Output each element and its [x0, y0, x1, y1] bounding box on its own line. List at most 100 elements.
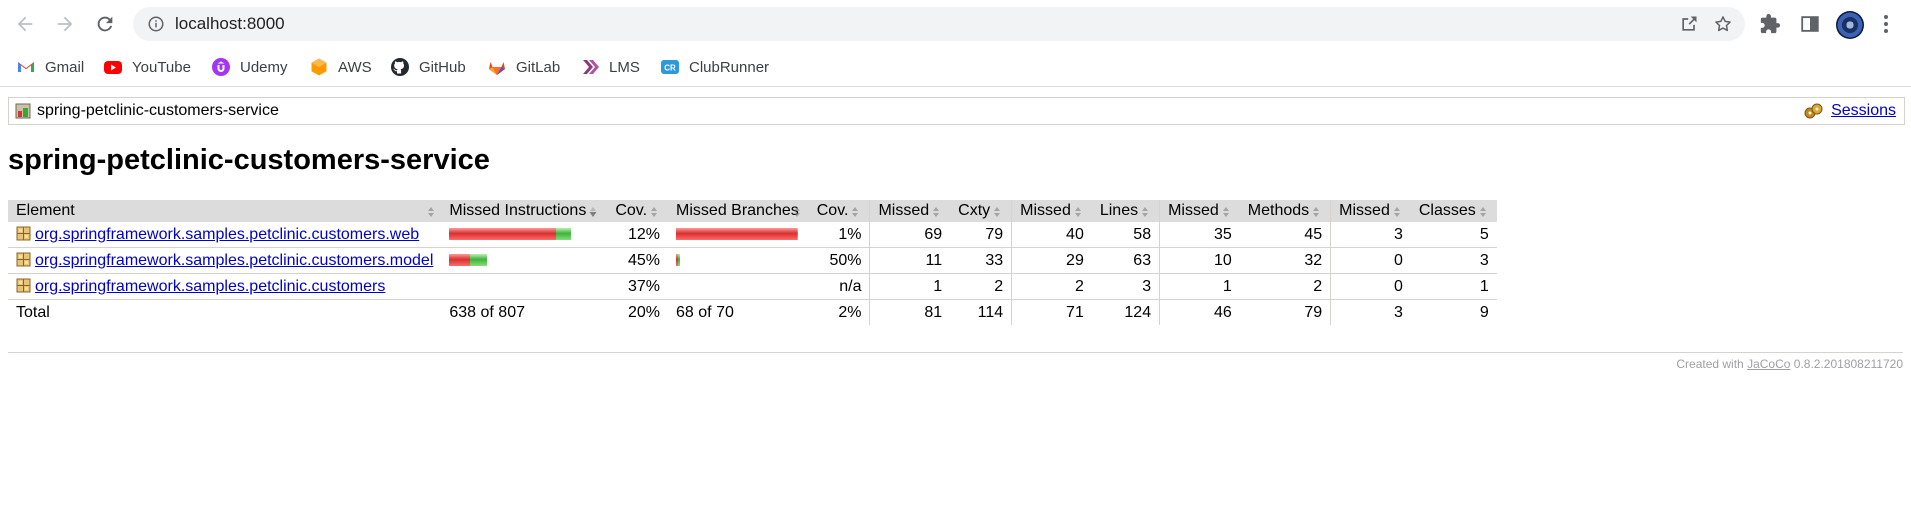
header-missed-lines[interactable]: Missed	[1011, 200, 1092, 222]
total-missed-cxty: 81	[869, 299, 951, 325]
table-row: org.springframework.samples.petclinic.cu…	[8, 273, 1497, 300]
back-button[interactable]	[10, 9, 40, 39]
header-classes[interactable]: Classes	[1410, 200, 1497, 222]
sort-icon	[1141, 205, 1149, 217]
lines-cell: 63	[1091, 247, 1160, 274]
covered-bar	[556, 228, 572, 241]
gmail-icon	[16, 57, 36, 77]
sessions-link[interactable]: Sessions	[1831, 98, 1896, 124]
branches-coverage-bar	[676, 226, 799, 243]
element-cell: org.springframework.samples.petclinic.cu…	[8, 222, 442, 248]
bookmark-youtube[interactable]: YouTube	[103, 56, 191, 78]
side-panel-button[interactable]	[1796, 10, 1824, 38]
cxty-cell: 33	[950, 247, 1012, 274]
bookmark-gmail[interactable]: Gmail	[16, 56, 84, 78]
puzzle-icon	[1760, 13, 1781, 34]
arrow-right-icon	[57, 16, 73, 32]
udemy-icon	[211, 57, 231, 77]
total-missed-classes: 3	[1330, 299, 1411, 325]
branches-coverage-bar	[676, 252, 681, 269]
lines-cell: 3	[1091, 273, 1160, 300]
sort-icon	[1393, 205, 1401, 217]
header-cxty[interactable]: Cxty	[950, 200, 1012, 222]
arrow-left-icon	[17, 16, 33, 32]
youtube-icon	[103, 57, 123, 77]
package-link[interactable]: org.springframework.samples.petclinic.cu…	[35, 226, 419, 243]
sort-icon	[993, 205, 1001, 217]
footer-version: 0.8.2.201808211720	[1793, 357, 1903, 371]
header-missed-instructions[interactable]: Missed Instructions	[441, 200, 608, 222]
branch-cov-cell: 1%	[808, 222, 870, 248]
header-lines[interactable]: Lines	[1091, 200, 1160, 222]
address-bar[interactable]: localhost:8000	[133, 7, 1745, 41]
jacoco-link[interactable]: JaCoCo	[1747, 357, 1790, 371]
cxty-cell: 2	[950, 273, 1012, 300]
missed-lines-cell: 29	[1011, 247, 1092, 274]
info-icon[interactable]	[147, 15, 165, 33]
footer: Created with JaCoCo 0.8.2.201808211720	[1676, 357, 1903, 371]
footer-divider	[8, 352, 1903, 353]
total-instr-cov: 20%	[607, 299, 669, 325]
bookmark-github[interactable]: GitHub	[390, 56, 466, 78]
table-row: org.springframework.samples.petclinic.cu…	[8, 247, 1497, 274]
classes-cell: 1	[1410, 273, 1497, 300]
total-missed-lines: 71	[1011, 299, 1092, 325]
header-branch-cov[interactable]: Cov.	[808, 200, 870, 222]
bookmark-udemy[interactable]: Udemy	[211, 56, 288, 78]
share-button[interactable]	[1677, 12, 1701, 36]
page-title: spring-petclinic-customers-service	[8, 144, 490, 176]
reload-icon	[97, 16, 113, 32]
profile-avatar[interactable]	[1836, 11, 1864, 39]
branches-bar-cell	[668, 247, 809, 274]
element-cell: org.springframework.samples.petclinic.cu…	[8, 247, 442, 274]
extensions-button[interactable]	[1756, 10, 1784, 38]
instr-cov-cell: 45%	[607, 247, 669, 274]
missed-methods-cell: 10	[1159, 247, 1240, 274]
covered-bar	[678, 254, 681, 267]
header-missed-branches[interactable]: Missed Branches	[668, 200, 809, 222]
total-label: Total	[8, 299, 442, 325]
total-missed-methods: 46	[1159, 299, 1240, 325]
sort-icon	[1479, 205, 1487, 217]
package-link[interactable]: org.springframework.samples.petclinic.cu…	[35, 278, 385, 295]
report-icon	[15, 103, 31, 119]
table-row: org.springframework.samples.petclinic.cu…	[8, 222, 1497, 248]
aws-icon	[309, 57, 329, 77]
reload-button[interactable]	[90, 9, 120, 39]
star-icon	[1715, 16, 1731, 32]
classes-cell: 5	[1410, 222, 1497, 248]
missed-classes-cell: 0	[1330, 273, 1411, 300]
forward-button[interactable]	[50, 9, 80, 39]
header-missed-classes[interactable]: Missed	[1330, 200, 1411, 222]
header-instr-cov[interactable]: Cov.	[607, 200, 669, 222]
bookmarks-bar: Gmail YouTube Udemy AWS GitHub GitLab LM…	[0, 48, 1911, 87]
package-icon	[16, 252, 31, 267]
header-missed-cxty[interactable]: Missed	[869, 200, 951, 222]
methods-cell: 2	[1239, 273, 1331, 300]
sort-icon	[932, 205, 940, 217]
bookmark-lms[interactable]: LMS	[580, 56, 640, 78]
element-cell: org.springframework.samples.petclinic.cu…	[8, 273, 442, 300]
package-link[interactable]: org.springframework.samples.petclinic.cu…	[35, 252, 433, 269]
instructions-bar-cell	[441, 247, 608, 274]
bookmark-aws[interactable]: AWS	[309, 56, 372, 78]
sort-down-icon	[589, 205, 597, 217]
branches-bar-cell	[668, 273, 809, 300]
footer-prefix: Created with	[1676, 357, 1744, 371]
url-text[interactable]: localhost:8000	[175, 7, 285, 41]
package-icon	[16, 278, 31, 293]
covered-bar	[797, 228, 799, 241]
missed-classes-cell: 0	[1330, 247, 1411, 274]
instructions-coverage-bar	[449, 226, 572, 243]
header-element[interactable]: Element	[8, 200, 442, 222]
total-classes: 9	[1410, 299, 1497, 325]
missed-classes-cell: 3	[1330, 222, 1411, 248]
bookmark-gitlab[interactable]: GitLab	[487, 56, 560, 78]
missed-cxty-cell: 11	[869, 247, 951, 274]
bookmark-clubrunner[interactable]: CR ClubRunner	[660, 56, 769, 78]
missed-bar	[676, 228, 798, 241]
header-methods[interactable]: Methods	[1239, 200, 1331, 222]
bookmark-star-button[interactable]	[1711, 12, 1735, 36]
header-missed-methods[interactable]: Missed	[1159, 200, 1240, 222]
more-vert-icon[interactable]	[1878, 12, 1894, 36]
